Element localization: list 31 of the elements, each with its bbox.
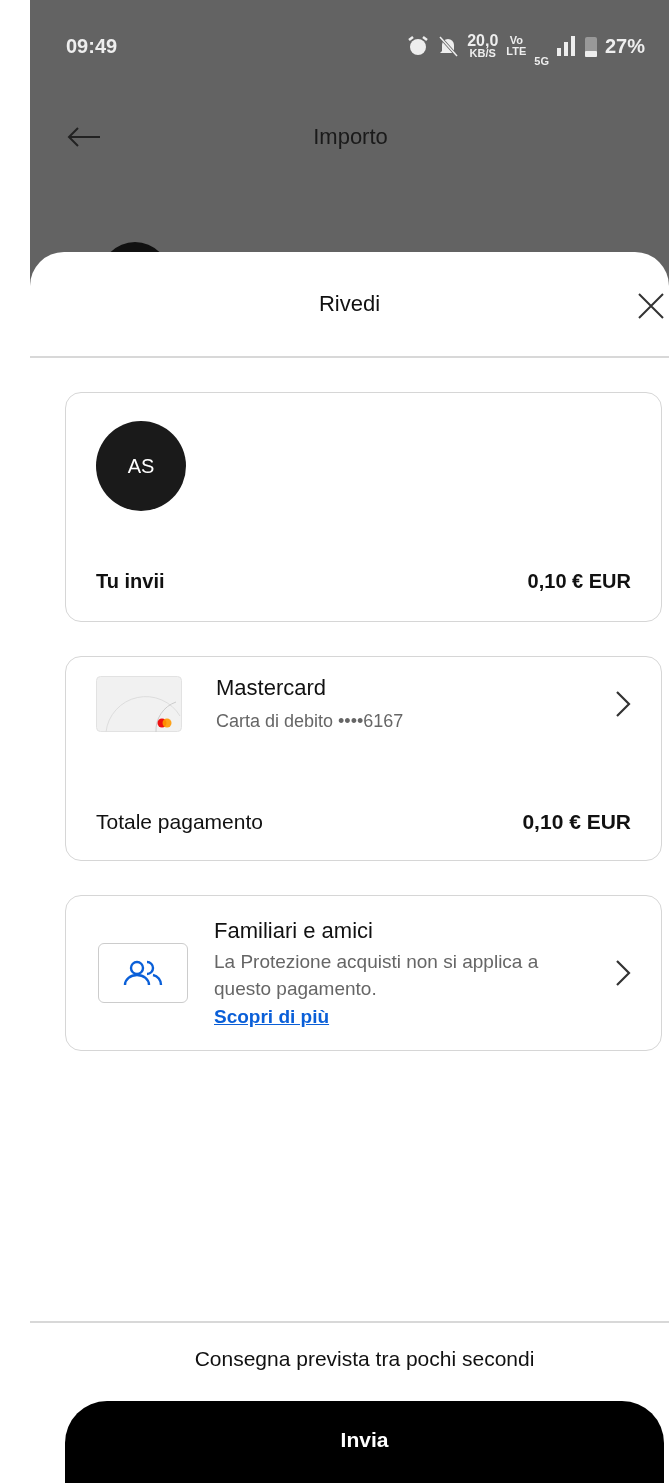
delivery-note: Consegna prevista tra pochi secondi — [194, 1347, 535, 1371]
back-arrow-icon[interactable] — [66, 126, 102, 148]
chevron-right-icon[interactable] — [615, 689, 631, 718]
card-name: Mastercard — [216, 675, 328, 701]
protection-title: Familiari e amici — [214, 918, 374, 944]
avatar-initials: AS — [96, 421, 186, 511]
learn-more-link[interactable]: Scopri di più — [214, 1006, 330, 1028]
battery-percentage: 27% — [604, 34, 645, 58]
total-value: 0,10 € EUR — [522, 810, 631, 834]
close-icon[interactable] — [637, 292, 665, 320]
send-button[interactable]: Invia — [65, 1401, 664, 1483]
network-speed: 20,0 KB/S — [467, 33, 499, 59]
signal-icon — [556, 36, 577, 56]
bell-muted-icon — [437, 35, 460, 57]
network-type: 5G — [534, 55, 549, 67]
sheet-title: Rivedi — [318, 291, 381, 317]
page-title: Importo — [312, 124, 389, 150]
chevron-right-icon[interactable] — [615, 959, 631, 987]
total-label: Totale pagamento — [96, 810, 263, 834]
people-icon — [123, 959, 163, 987]
clock: 09:49 — [66, 34, 118, 58]
amount-value: 0,10 € EUR — [527, 570, 631, 593]
volte-indicator: Vo LTE — [506, 35, 527, 57]
alarm-icon — [407, 35, 430, 57]
protection-card[interactable]: Familiari e amici La Protezione acquisti non si applica a questo pagamento. Scopri di più — [65, 895, 662, 1051]
card-thumbnail-icon — [96, 675, 182, 732]
battery-icon — [584, 35, 597, 57]
card-detail: Carta di debito ••••6167 — [216, 711, 405, 732]
payment-card[interactable]: Mastercard Carta di debito ••••6167 Totale pagamento 0,10 € EUR — [65, 656, 662, 861]
amount-label: Tu invii — [96, 570, 165, 593]
protection-text: La Protezione acquisti non si applica a questo pagamento. — [214, 950, 540, 1001]
